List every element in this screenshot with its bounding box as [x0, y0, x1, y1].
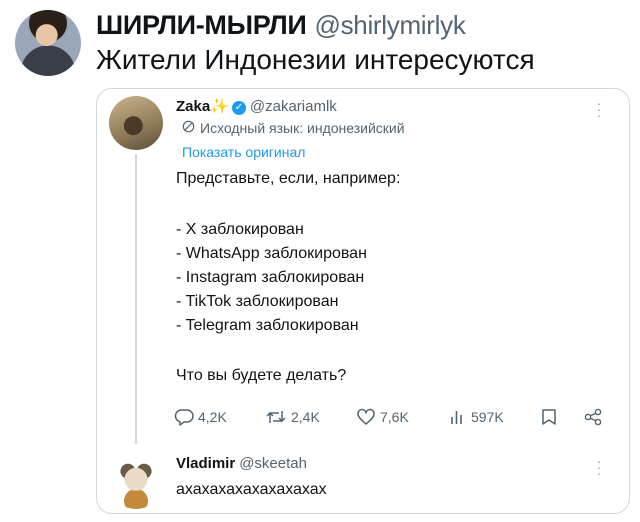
reply-author-handle[interactable]: @skeetah	[239, 455, 307, 472]
translate-icon	[182, 120, 196, 136]
bookmark-icon	[541, 408, 557, 426]
views-icon	[449, 408, 467, 426]
like-count: 7,6K	[380, 409, 409, 425]
post-line-question: Что вы будете делать?	[176, 367, 347, 384]
post-line-telegram: - Telegram заблокирован	[176, 317, 359, 334]
more-icon[interactable]: · · ·	[596, 96, 602, 122]
quoted-author-name[interactable]: Zaka	[176, 98, 210, 115]
outer-author-line: ШИРЛИ-МЫРЛИ @shirlymirlyk	[96, 10, 466, 41]
reply-icon	[174, 408, 194, 426]
post-line-whatsapp: - WhatsApp заблокирован	[176, 245, 367, 262]
reply-author-avatar[interactable]	[109, 455, 163, 509]
repost-button[interactable]: 2,4K	[265, 408, 320, 426]
post-line-x: - X заблокирован	[176, 221, 304, 238]
sparkles-emoji: ✨	[210, 98, 229, 115]
reply-button[interactable]: 4,2K	[174, 408, 227, 426]
reply-author-line: Vladimir @skeetah	[176, 455, 307, 472]
show-original-link[interactable]: Показать оригинал	[182, 144, 305, 160]
quoted-author-line: Zaka✨ ✓ @zakariamlk	[176, 97, 337, 115]
reply-count: 4,2K	[198, 409, 227, 425]
outer-author-name[interactable]: ШИРЛИ-МЫРЛИ	[96, 10, 307, 40]
reply-more-icon[interactable]: · · ·	[596, 454, 602, 480]
thread-connector-line	[135, 154, 137, 444]
repost-icon	[265, 408, 287, 426]
bookmark-button[interactable]	[541, 408, 557, 426]
translation-note: Исходный язык: индонезийский	[182, 120, 405, 136]
outer-post-text: Жители Индонезии интересуются	[96, 44, 535, 75]
verified-badge-icon: ✓	[231, 101, 246, 115]
reply-author-name[interactable]: Vladimir	[176, 455, 235, 472]
post-line-intro: Представьте, если, например:	[176, 170, 401, 187]
views-count: 597K	[471, 409, 504, 425]
share-icon	[583, 408, 603, 426]
share-button[interactable]	[583, 408, 603, 426]
translation-note-text: Исходный язык: индонезийский	[200, 120, 405, 136]
outer-author-avatar[interactable]	[15, 10, 81, 76]
views-button[interactable]: 597K	[449, 408, 504, 426]
outer-author-handle[interactable]: @shirlymirlyk	[314, 10, 465, 40]
post-line-instagram: - Instagram заблокирован	[176, 269, 365, 286]
quoted-author-handle[interactable]: @zakariamlk	[250, 98, 337, 115]
like-button[interactable]: 7,6K	[356, 408, 409, 426]
quoted-author-avatar[interactable]	[109, 96, 163, 150]
like-icon	[356, 408, 376, 426]
repost-count: 2,4K	[291, 409, 320, 425]
reply-text: ахахахахахахахахах	[176, 481, 327, 498]
post-line-tiktok: - TikTok заблокирован	[176, 293, 339, 310]
